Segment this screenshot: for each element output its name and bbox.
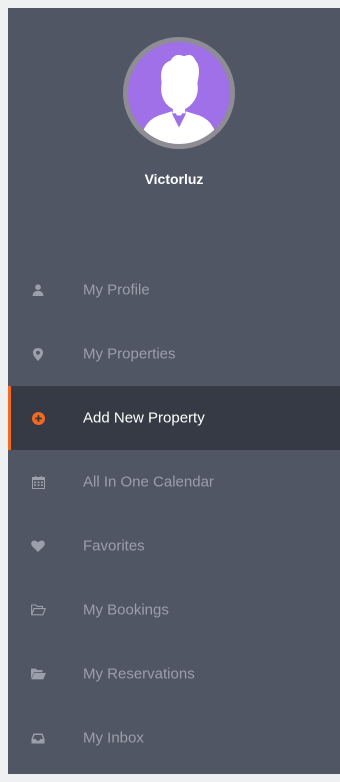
sidebar-item-label: My Inbox xyxy=(83,729,144,747)
user-name: Victorluz xyxy=(144,171,204,187)
sidebar-item-my-reservations[interactable]: My Reservations xyxy=(8,642,340,706)
user-icon xyxy=(30,282,46,298)
sidebar-item-add-new-property[interactable]: Add New Property xyxy=(8,386,340,450)
sidebar-menu: My Profile My Properties Add New Propert… xyxy=(8,258,340,770)
folder-open-icon xyxy=(30,666,46,682)
calendar-icon xyxy=(30,474,46,490)
plus-circle-icon xyxy=(30,410,46,426)
map-marker-icon xyxy=(30,346,46,362)
sidebar-item-label: My Reservations xyxy=(83,665,195,683)
folder-open-outline-icon xyxy=(30,602,46,618)
sidebar-item-my-properties[interactable]: My Properties xyxy=(8,322,340,386)
sidebar: Victorluz My Profile My Properties Add N… xyxy=(8,8,340,774)
inbox-icon xyxy=(30,730,46,746)
sidebar-item-calendar[interactable]: All In One Calendar xyxy=(8,450,340,514)
sidebar-item-my-inbox[interactable]: My Inbox xyxy=(8,706,340,770)
sidebar-item-label: My Properties xyxy=(83,345,176,363)
sidebar-item-my-bookings[interactable]: My Bookings xyxy=(8,578,340,642)
avatar[interactable] xyxy=(123,37,235,149)
user-silhouette-icon xyxy=(140,54,218,144)
user-profile: Victorluz xyxy=(8,8,340,218)
sidebar-item-label: My Profile xyxy=(83,281,150,299)
sidebar-item-my-profile[interactable]: My Profile xyxy=(8,258,340,322)
sidebar-item-label: Add New Property xyxy=(83,409,205,427)
sidebar-item-favorites[interactable]: Favorites xyxy=(8,514,340,578)
sidebar-item-label: All In One Calendar xyxy=(83,473,214,491)
sidebar-item-label: My Bookings xyxy=(83,601,169,619)
heart-icon xyxy=(30,538,46,554)
sidebar-item-label: Favorites xyxy=(83,537,145,555)
